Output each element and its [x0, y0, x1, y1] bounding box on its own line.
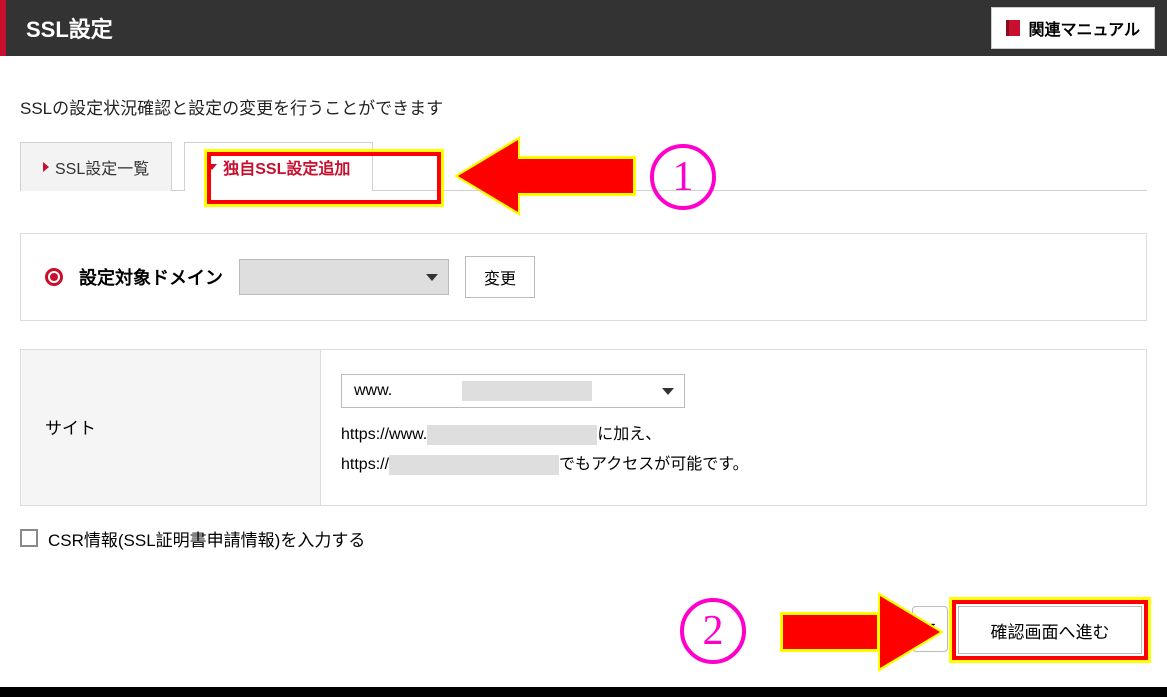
radio-selected-icon [45, 268, 63, 286]
site-row-value: www. https://www.に加え、 https://でもアクセスが可能で… [321, 350, 1146, 505]
subdomain-select[interactable]: www. [341, 374, 685, 408]
chevron-down-icon [662, 388, 674, 395]
chevron-right-icon [43, 162, 49, 172]
page-header: SSL設定 関連マニュアル [0, 0, 1167, 56]
book-icon [1006, 20, 1020, 36]
masked-domain [462, 381, 592, 401]
related-manual-label: 関連マニュアル [1028, 16, 1140, 40]
csr-checkbox[interactable] [20, 529, 38, 547]
site-url-line-1: https://www.に加え、 [341, 420, 1126, 450]
reset-button-fragment[interactable]: る [912, 606, 948, 652]
tab-add-ssl-label: 独自SSL設定追加 [223, 155, 350, 179]
chevron-down-icon [207, 164, 217, 170]
proceed-confirm-button[interactable]: 確認画面へ進む [958, 606, 1142, 654]
target-domain-select[interactable] [239, 259, 449, 295]
change-domain-button[interactable]: 変更 [465, 256, 535, 298]
page-description: SSLの設定状況確認と設定の変更を行うことができます [20, 94, 1147, 119]
csr-checkbox-row: CSR情報(SSL証明書申請情報)を入力する [20, 526, 1147, 551]
annotation-number-2: 2 [680, 598, 746, 664]
site-table: サイト www. https://www.に加え、 https://でもアクセス… [20, 349, 1147, 506]
csr-checkbox-label: CSR情報(SSL証明書申請情報)を入力する [48, 526, 365, 551]
tab-add-ssl[interactable]: 独自SSL設定追加 [184, 142, 373, 191]
masked-domain [427, 425, 597, 445]
tab-ssl-list[interactable]: SSL設定一覧 [20, 142, 172, 191]
site-url-line-2: https://でもアクセスが可能です。 [341, 450, 1126, 480]
target-domain-panel: 設定対象ドメイン 変更 [20, 233, 1147, 321]
site-row-label: サイト [21, 350, 321, 505]
chevron-down-icon [426, 274, 438, 281]
related-manual-button[interactable]: 関連マニュアル [991, 7, 1155, 49]
subdomain-prefix: www. [354, 376, 392, 406]
page-title: SSL設定 [6, 12, 113, 44]
target-domain-label: 設定対象ドメイン [79, 264, 223, 290]
tabs: SSL設定一覧 独自SSL設定追加 [20, 141, 1147, 191]
masked-domain [389, 455, 559, 475]
tab-ssl-list-label: SSL設定一覧 [55, 155, 149, 179]
